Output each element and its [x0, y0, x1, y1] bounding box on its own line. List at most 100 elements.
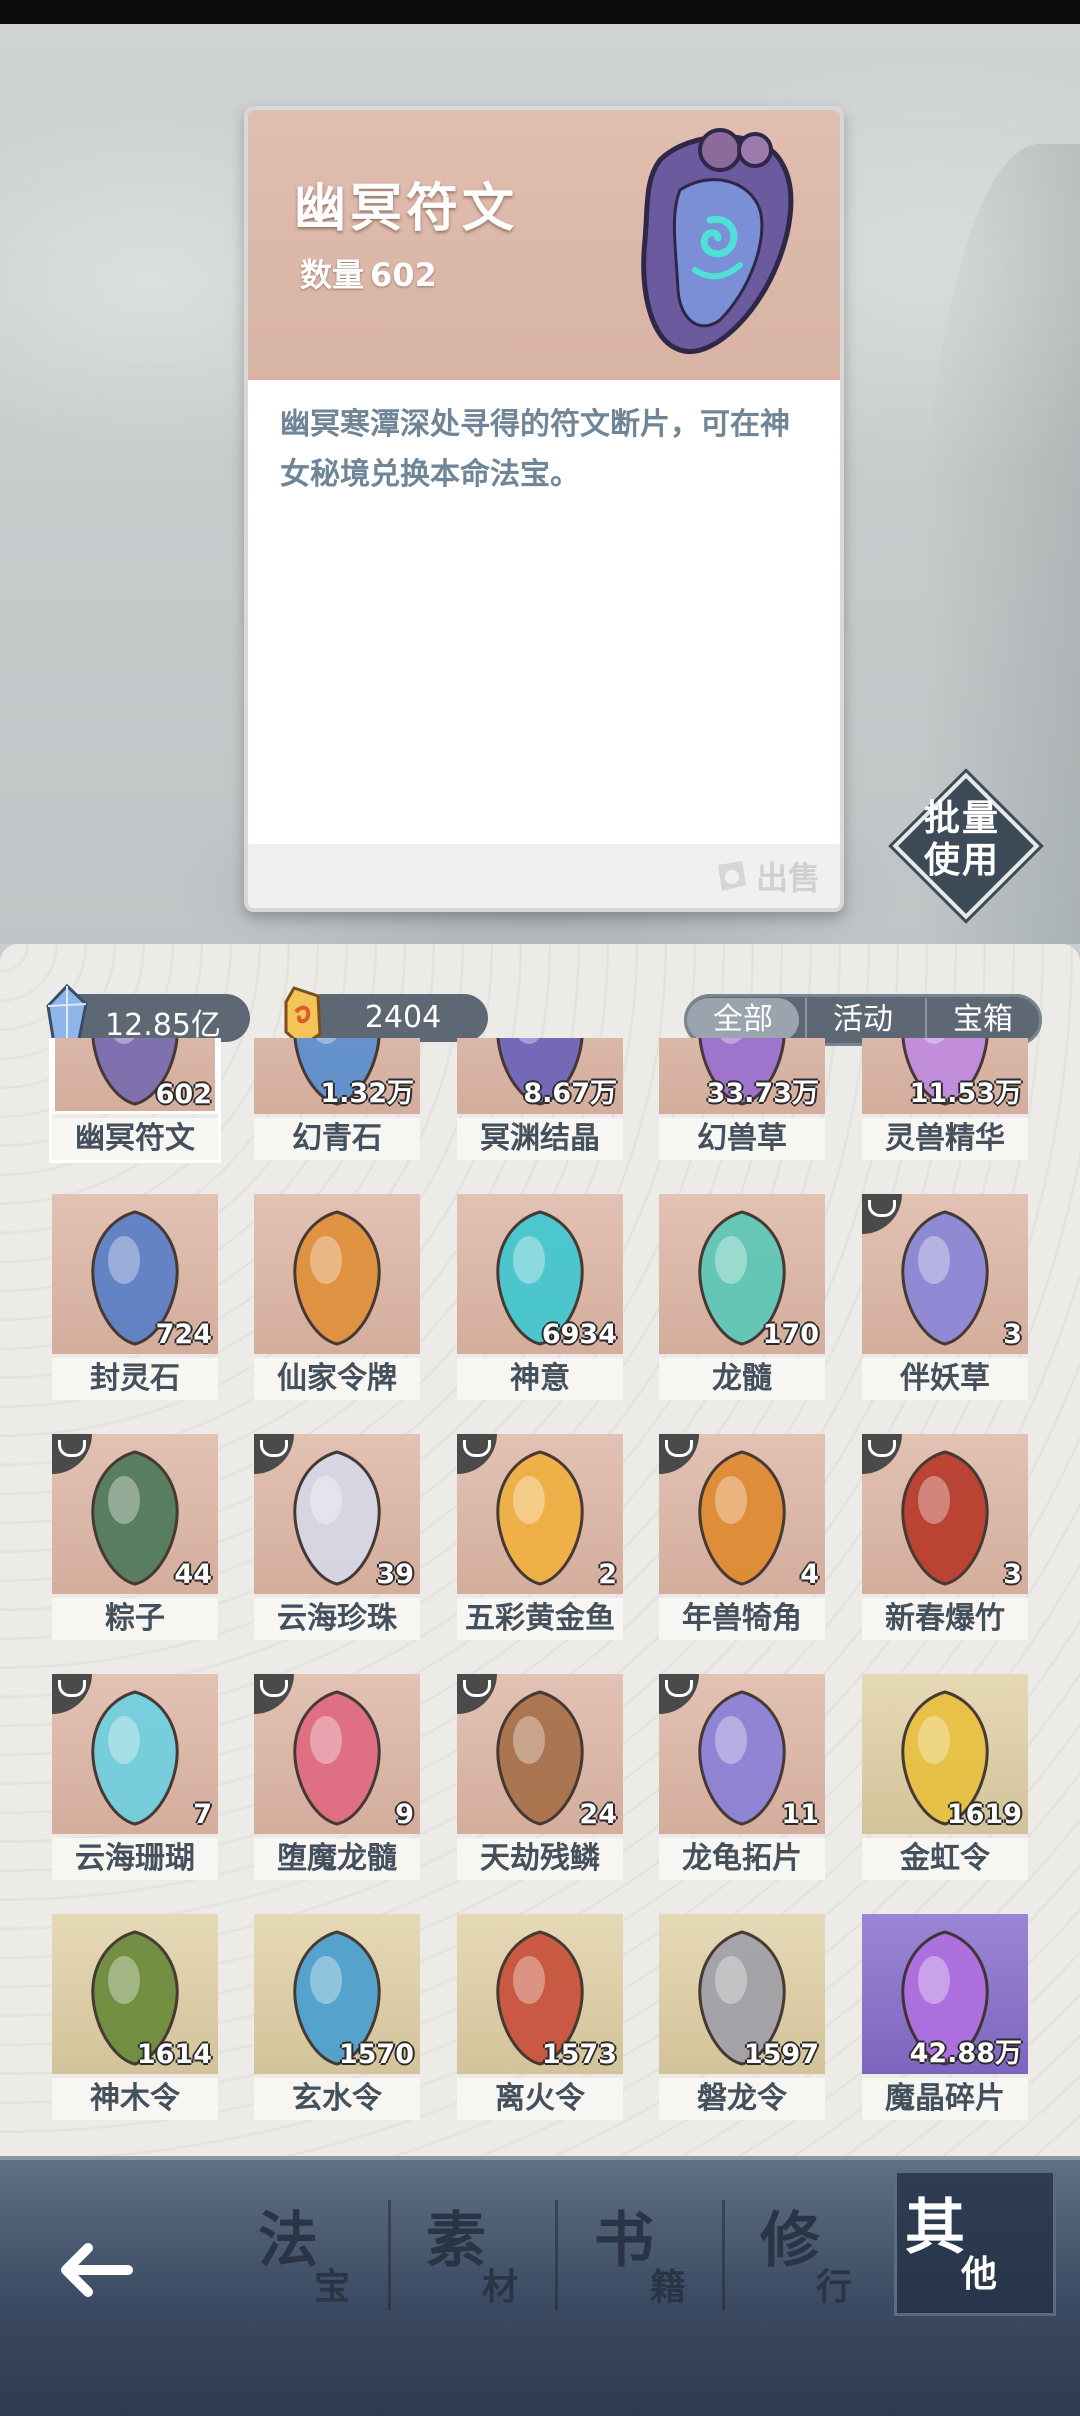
nav-tab-materials[interactable]: 素 材 [418, 2186, 568, 2316]
tab-event[interactable]: 活动 [805, 998, 919, 1042]
nav-tab-other[interactable]: 其 他 [894, 2170, 1056, 2316]
nav-tab-treasure-sub: 宝 [314, 2267, 351, 2308]
nav-tab-other-sub: 他 [961, 2254, 998, 2295]
item-detail-title: 幽冥符文 [294, 179, 519, 239]
inventory-item[interactable]: 3 伴妖草 [862, 1194, 1028, 1400]
inventory-item[interactable]: 4 年兽犄角 [659, 1434, 825, 1640]
inventory-item[interactable]: 7 云海珊瑚 [52, 1674, 218, 1880]
item-name: 堕魔龙髓 [254, 1838, 420, 1880]
batch-use-line1: 批量 [923, 798, 1000, 839]
item-count: 602 [155, 1079, 212, 1110]
item-icon-frame: 3 [862, 1194, 1028, 1354]
item-count-label: 数量 [300, 256, 365, 294]
inventory-item[interactable]: 3 新春爆竹 [862, 1434, 1028, 1640]
item-name: 幻青石 [254, 1118, 420, 1160]
nav-tab-treasure-main: 法 [258, 2206, 318, 2276]
item-name: 粽子 [52, 1598, 218, 1640]
item-icon-frame: 6934 [457, 1194, 623, 1354]
item-icon-frame: 11 [659, 1674, 825, 1834]
inventory-item[interactable]: 39 云海珍珠 [254, 1434, 420, 1640]
item-name: 五彩黄金鱼 [457, 1598, 623, 1640]
item-count: 39 [376, 1559, 414, 1590]
jade-amount: 2404 [364, 1000, 442, 1035]
item-name: 玄水令 [254, 2078, 420, 2120]
rune-icon [641, 128, 794, 354]
nav-tab-books[interactable]: 书 籍 [586, 2186, 736, 2316]
nav-tab-treasure[interactable]: 法 宝 [250, 2186, 400, 2316]
inventory-item[interactable]: 1573 离火令 [457, 1914, 623, 2120]
nav-divider [388, 2200, 391, 2310]
bottom-nav: 法 宝 素 材 书 籍 修 行 其 他 [0, 2156, 1080, 2416]
nav-tab-books-main: 书 [594, 2206, 654, 2276]
inventory-item[interactable]: 1619 金虹令 [862, 1674, 1028, 1880]
item-count: 170 [762, 1319, 819, 1350]
tab-all[interactable]: 全部 [687, 998, 799, 1042]
inventory-item[interactable]: 6934 神意 [457, 1194, 623, 1400]
tab-chest[interactable]: 宝箱 [925, 998, 1039, 1042]
item-name: 神意 [457, 1358, 623, 1400]
item-name: 冥渊结晶 [457, 1118, 623, 1160]
nav-tab-cultivation[interactable]: 修 行 [752, 2186, 902, 2316]
item-name: 金虹令 [862, 1838, 1028, 1880]
back-arrow-icon[interactable] [48, 2220, 148, 2320]
item-grid: 602 幽冥符文 1.32万 幻青石 8.67万冥渊结晶 33.73万 幻兽草 11.53万灵… [0, 1038, 1080, 2258]
item-count: 1614 [136, 2039, 212, 2070]
inventory-item[interactable]: 11.53万 灵兽精华 [862, 1038, 1028, 1160]
item-count: 8.67万 [523, 1078, 617, 1109]
inventory-item[interactable]: 2 五彩黄金鱼 [457, 1434, 623, 1640]
item-name: 幻兽草 [659, 1118, 825, 1160]
item-icon-frame: 8.67万 [457, 1038, 623, 1114]
item-icon-frame: 2 [457, 1434, 623, 1594]
item-icon-frame [254, 1194, 420, 1354]
nav-tab-cultivation-sub: 行 [816, 2267, 853, 2308]
inventory-item[interactable]: 8.67万冥渊结晶 [457, 1038, 623, 1160]
inventory-item[interactable]: 1614 神木令 [52, 1914, 218, 2120]
inventory-item[interactable]: 602 幽冥符文 [52, 1038, 218, 1160]
item-icon-frame: 1597 [659, 1914, 825, 2074]
inventory-item[interactable]: 9 堕魔龙髓 [254, 1674, 420, 1880]
item-icon-frame: 1570 [254, 1914, 420, 2074]
item-count: 7 [193, 1799, 212, 1830]
inventory-item[interactable]: 1570 玄水令 [254, 1914, 420, 2120]
item-icon-frame: 9 [254, 1674, 420, 1834]
item-icon-frame: 42.88万 [862, 1914, 1028, 2074]
inventory-item[interactable]: 44 粽子 [52, 1434, 218, 1640]
batch-use-button[interactable]: 批量 使用 [892, 772, 1040, 920]
item-count: 6934 [541, 1319, 617, 1350]
inventory-item[interactable]: 724 封灵石 [52, 1194, 218, 1400]
nav-tab-cultivation-main: 修 [760, 2206, 820, 2276]
item-count: 42.88万 [909, 2038, 1022, 2069]
batch-use-label: 批量 使用 [896, 798, 1028, 882]
item-detail-header: 幽冥符文 数量 602 [248, 110, 840, 380]
item-name: 封灵石 [52, 1358, 218, 1400]
item-icon-frame: 4 [659, 1434, 825, 1594]
nav-tab-other-main: 其 [905, 2193, 965, 2263]
item-icon-frame: 1619 [862, 1674, 1028, 1834]
item-count: 4 [800, 1559, 819, 1590]
sell-button[interactable]: 出售 [712, 852, 820, 900]
item-icon-frame: 24 [457, 1674, 623, 1834]
item-name: 幽冥符文 [52, 1118, 218, 1160]
item-count: 3 [1003, 1319, 1022, 1350]
inventory-item[interactable]: 仙家令牌 [254, 1194, 420, 1400]
item-name: 磐龙令 [659, 2078, 825, 2120]
item-count: 724 [155, 1319, 212, 1350]
item-icon-frame: 1614 [52, 1914, 218, 2074]
inventory-item[interactable]: 11 龙龟拓片 [659, 1674, 825, 1880]
inventory-item[interactable]: 1.32万 幻青石 [254, 1038, 420, 1160]
inventory-item[interactable]: 42.88万 魔晶碎片 [862, 1914, 1028, 2120]
item-icon-frame: 7 [52, 1674, 218, 1834]
item-count: 24 [579, 1799, 617, 1830]
item-icon-frame: 1573 [457, 1914, 623, 2074]
inventory-item[interactable]: 170 龙髓 [659, 1194, 825, 1400]
inventory-item[interactable]: 24 天劫残鳞 [457, 1674, 623, 1880]
inventory-panel: 12.85亿 2404 全部 活动 宝箱 602 幽冥符文 1.32万 幻青石 8.67… [0, 944, 1080, 2284]
item-icon-frame: 11.53万 [862, 1038, 1028, 1114]
nav-divider [722, 2200, 725, 2310]
inventory-item[interactable]: 33.73万 幻兽草 [659, 1038, 825, 1160]
sell-icon [717, 861, 746, 891]
item-count: 44 [174, 1559, 212, 1590]
item-count: 1573 [541, 2039, 617, 2070]
inventory-item[interactable]: 1597 磐龙令 [659, 1914, 825, 2120]
item-detail-count: 数量 602 [294, 250, 437, 296]
